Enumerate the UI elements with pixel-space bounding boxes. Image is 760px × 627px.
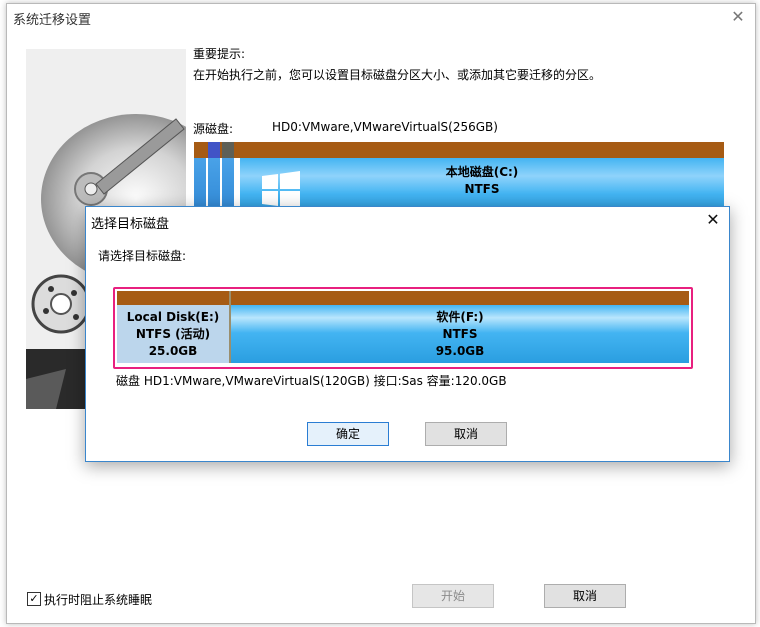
source-disk-label: 源磁盘: xyxy=(193,122,234,136)
start-button[interactable]: 开始 xyxy=(412,584,494,608)
notice-body: 在开始执行之前，您可以设置目标磁盘分区大小、或添加其它要迁移的分区。 xyxy=(193,68,602,82)
cancel-button[interactable]: 取消 xyxy=(544,584,626,608)
source-disk-stripe xyxy=(194,142,724,158)
ok-button[interactable]: 确定 xyxy=(307,422,389,446)
source-partition-fs: NTFS xyxy=(464,182,500,196)
notice-title: 重要提示: xyxy=(193,47,246,61)
partition-f-fs: NTFS xyxy=(442,327,478,341)
title-bar: 系统迁移设置 ✕ xyxy=(7,4,755,30)
source-disk-value: HD0:VMware,VMwareVirtualS(256GB) xyxy=(272,120,498,134)
dialog-close-icon[interactable]: ✕ xyxy=(703,210,723,230)
target-partition-f[interactable]: 软件(F:) NTFS 95.0GB xyxy=(231,305,689,363)
partition-f-size: 95.0GB xyxy=(435,344,485,358)
window-close-icon[interactable]: ✕ xyxy=(727,6,749,28)
target-disk-info: 磁盘 HD1:VMware,VMwareVirtualS(120GB) 接口:S… xyxy=(116,374,507,388)
target-disk-stripe xyxy=(117,291,689,305)
target-disk-map[interactable]: Local Disk(E:) NTFS (活动) 25.0GB 软件(F:) N… xyxy=(113,287,693,369)
prevent-sleep-label: 执行时阻止系统睡眠 xyxy=(44,593,153,607)
window-title: 系统迁移设置 xyxy=(13,13,92,28)
prevent-sleep-checkbox[interactable]: ✓ xyxy=(27,592,41,606)
source-partition-name: 本地磁盘(C:) xyxy=(445,165,519,179)
partition-e-name: Local Disk(E:) xyxy=(126,310,220,324)
select-target-disk-dialog: 选择目标磁盘 ✕ 请选择目标磁盘: Local Disk(E:) NTFS (活… xyxy=(85,206,730,462)
partition-e-size: 25.0GB xyxy=(148,344,198,358)
dialog-prompt: 请选择目标磁盘: xyxy=(98,249,187,263)
partition-f-name: 软件(F:) xyxy=(436,310,484,324)
dialog-title: 选择目标磁盘 xyxy=(91,217,170,232)
target-partition-e[interactable]: Local Disk(E:) NTFS (活动) 25.0GB xyxy=(117,305,229,363)
dialog-cancel-button[interactable]: 取消 xyxy=(425,422,507,446)
partition-e-fs: NTFS (活动) xyxy=(135,327,211,341)
